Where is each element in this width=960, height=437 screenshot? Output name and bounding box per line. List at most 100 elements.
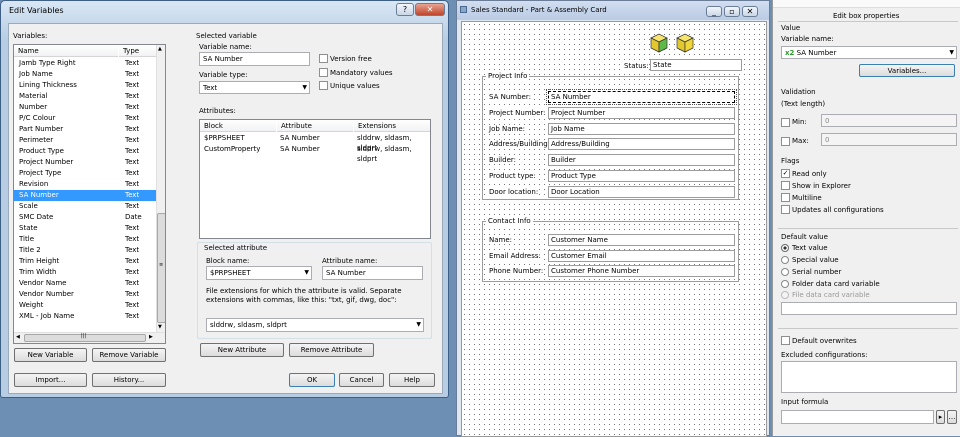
read-only-checkbox[interactable]: ✓ [781, 169, 790, 178]
folder-variable-radio[interactable] [781, 280, 789, 288]
scroll-right-icon[interactable]: ▶ [149, 334, 153, 340]
column-header-block[interactable]: Block [200, 120, 276, 132]
file-variable-radio[interactable] [781, 291, 789, 299]
card-edit-box[interactable]: Project Number [548, 106, 735, 119]
card-edit-box[interactable]: Address/Building [548, 138, 735, 151]
card-title-bar[interactable]: Sales Standard - Part & Assembly Card _ … [457, 1, 769, 20]
extensions-select[interactable]: slddrw, sldasm, sldprt ▼ [206, 318, 424, 332]
max-checkbox[interactable] [781, 137, 790, 146]
column-header-extensions[interactable]: Extensions [354, 120, 430, 132]
list-item[interactable]: Material Text [14, 91, 157, 102]
variables-list[interactable]: Name Type Jamb Type Right Text Job Name Tex… [13, 44, 166, 344]
excluded-configurations-input[interactable] [781, 361, 957, 393]
updates-all-configurations-checkbox[interactable] [781, 205, 790, 214]
multiline-checkbox[interactable] [781, 193, 790, 202]
serial-number-radio[interactable] [781, 268, 789, 276]
list-item[interactable]: Vendor Name Text [14, 278, 157, 289]
ok-button[interactable]: OK [289, 373, 335, 387]
new-attribute-button[interactable]: New Attribute [200, 343, 284, 357]
list-item[interactable]: Weight Text [14, 300, 157, 311]
list-item[interactable]: Title 2 Text [14, 245, 157, 256]
table-row[interactable]: $PRPSHEET SA Number slddrw, sldasm, sldp… [200, 133, 430, 152]
new-variable-button[interactable]: New Variable [14, 348, 87, 362]
column-header-attribute[interactable]: Attribute [277, 120, 353, 132]
list-item[interactable]: Jamb Type Right Text [14, 58, 157, 69]
card-edit-box[interactable]: Customer Name [548, 234, 735, 246]
attributes-table[interactable]: Block Attribute Extensions $PRPSHEET SA … [199, 119, 431, 239]
formula-browse-button[interactable]: … [947, 410, 957, 424]
history-button[interactable]: History... [92, 373, 166, 387]
import-button[interactable]: Import... [14, 373, 87, 387]
list-item[interactable]: Product Type Text [14, 146, 157, 157]
remove-attribute-button[interactable]: Remove Attribute [289, 343, 374, 357]
status-field[interactable]: State [650, 59, 742, 71]
attribute-name-input[interactable]: SA Number [322, 266, 423, 280]
card-edit-box[interactable]: Job Name [548, 122, 735, 135]
list-item[interactable]: Vendor Number Text [14, 289, 157, 300]
list-item[interactable]: Title Text [14, 234, 157, 245]
mandatory-values-checkbox[interactable] [319, 68, 328, 77]
list-item[interactable]: SMC Date Date [14, 212, 157, 223]
list-item[interactable]: Trim Width Text [14, 267, 157, 278]
list-item[interactable]: Number Text [14, 102, 157, 113]
list-item[interactable]: Perimeter Text [14, 135, 157, 146]
card-design-canvas[interactable]: Status: State Project Info SA Number: SA … [461, 21, 767, 437]
vertical-scrollbar[interactable]: ▲ ≡ ▼ [156, 45, 165, 332]
list-item[interactable]: XML - Job Name Text [14, 311, 157, 322]
help-window-button[interactable]: ? [396, 3, 414, 16]
card-edit-box[interactable]: Door Location [548, 185, 735, 198]
card-title: Sales Standard - Part & Assembly Card [471, 6, 607, 14]
show-in-explorer-checkbox[interactable] [781, 181, 790, 190]
variable-type-select[interactable]: Text ▼ [199, 81, 310, 94]
close-icon[interactable]: ✕ [742, 6, 758, 17]
list-item[interactable]: Lining Thickness Text [14, 80, 157, 91]
formula-menu-button[interactable]: ▸ [936, 410, 945, 424]
variable-name-select[interactable]: x2 SA Number ▼ [781, 46, 957, 59]
remove-variable-button[interactable]: Remove Variable [92, 348, 166, 362]
special-value-radio[interactable] [781, 256, 789, 264]
list-item[interactable]: SA Number Text [14, 190, 157, 201]
close-icon[interactable]: ✕ [415, 3, 445, 16]
list-item[interactable]: Project Type Text [14, 168, 157, 179]
scroll-up-icon[interactable]: ▲ [158, 46, 162, 52]
restore-icon[interactable]: ▫ [724, 6, 740, 17]
card-edit-box[interactable]: Customer Email [548, 249, 735, 262]
list-item[interactable]: Project Number Text [14, 157, 157, 168]
max-input[interactable]: 0 [821, 133, 957, 146]
variable-name-input[interactable]: SA Number [199, 52, 310, 66]
text-value-radio[interactable] [781, 244, 789, 252]
minimize-icon[interactable]: _ [706, 6, 722, 17]
input-formula-input[interactable] [781, 410, 934, 424]
list-item[interactable]: State Text [14, 223, 157, 234]
min-checkbox[interactable] [781, 118, 790, 127]
card-edit-box[interactable]: Customer Phone Number [548, 265, 735, 277]
help-button[interactable]: Help [389, 373, 435, 387]
default-value-input[interactable] [781, 302, 957, 315]
version-free-checkbox[interactable] [319, 54, 328, 63]
unique-values-checkbox[interactable] [319, 81, 328, 90]
list-item[interactable]: Part Number Text [14, 124, 157, 135]
list-item[interactable]: Job Name Text [14, 69, 157, 80]
serial-number-label: Serial number [792, 268, 842, 276]
default-overwrites-checkbox[interactable] [781, 336, 790, 345]
card-edit-box[interactable]: Product Type [548, 170, 735, 182]
block-name-select[interactable]: $PRPSHEET ▼ [206, 266, 312, 280]
column-header-name[interactable]: Name [14, 45, 118, 57]
scroll-thumb[interactable] [157, 213, 165, 323]
cancel-button[interactable]: Cancel [339, 373, 384, 387]
list-item[interactable]: P/C Colour Text [14, 113, 157, 124]
scroll-left-icon[interactable]: ◀ [16, 334, 20, 340]
horizontal-scrollbar[interactable]: ◀ ||| ▶ [14, 332, 165, 343]
card-edit-box[interactable]: SA Number [546, 89, 737, 105]
variable-name-cell: Trim Width [19, 268, 57, 276]
variables-button[interactable]: Variables... [859, 64, 955, 77]
dialog-title-bar[interactable]: Edit Variables ? ✕ [1, 1, 448, 21]
table-row[interactable]: CustomProperty SA Number slddrw, sldasm,… [200, 144, 430, 163]
list-item[interactable]: Scale Text [14, 201, 157, 212]
scroll-down-icon[interactable]: ▼ [158, 324, 162, 330]
card-edit-box[interactable]: Builder [548, 154, 735, 167]
list-item[interactable]: Revision Text [14, 179, 157, 190]
min-input[interactable]: 0 [821, 114, 957, 127]
column-header-type[interactable]: Type [119, 45, 157, 57]
list-item[interactable]: Trim Height Text [14, 256, 157, 267]
